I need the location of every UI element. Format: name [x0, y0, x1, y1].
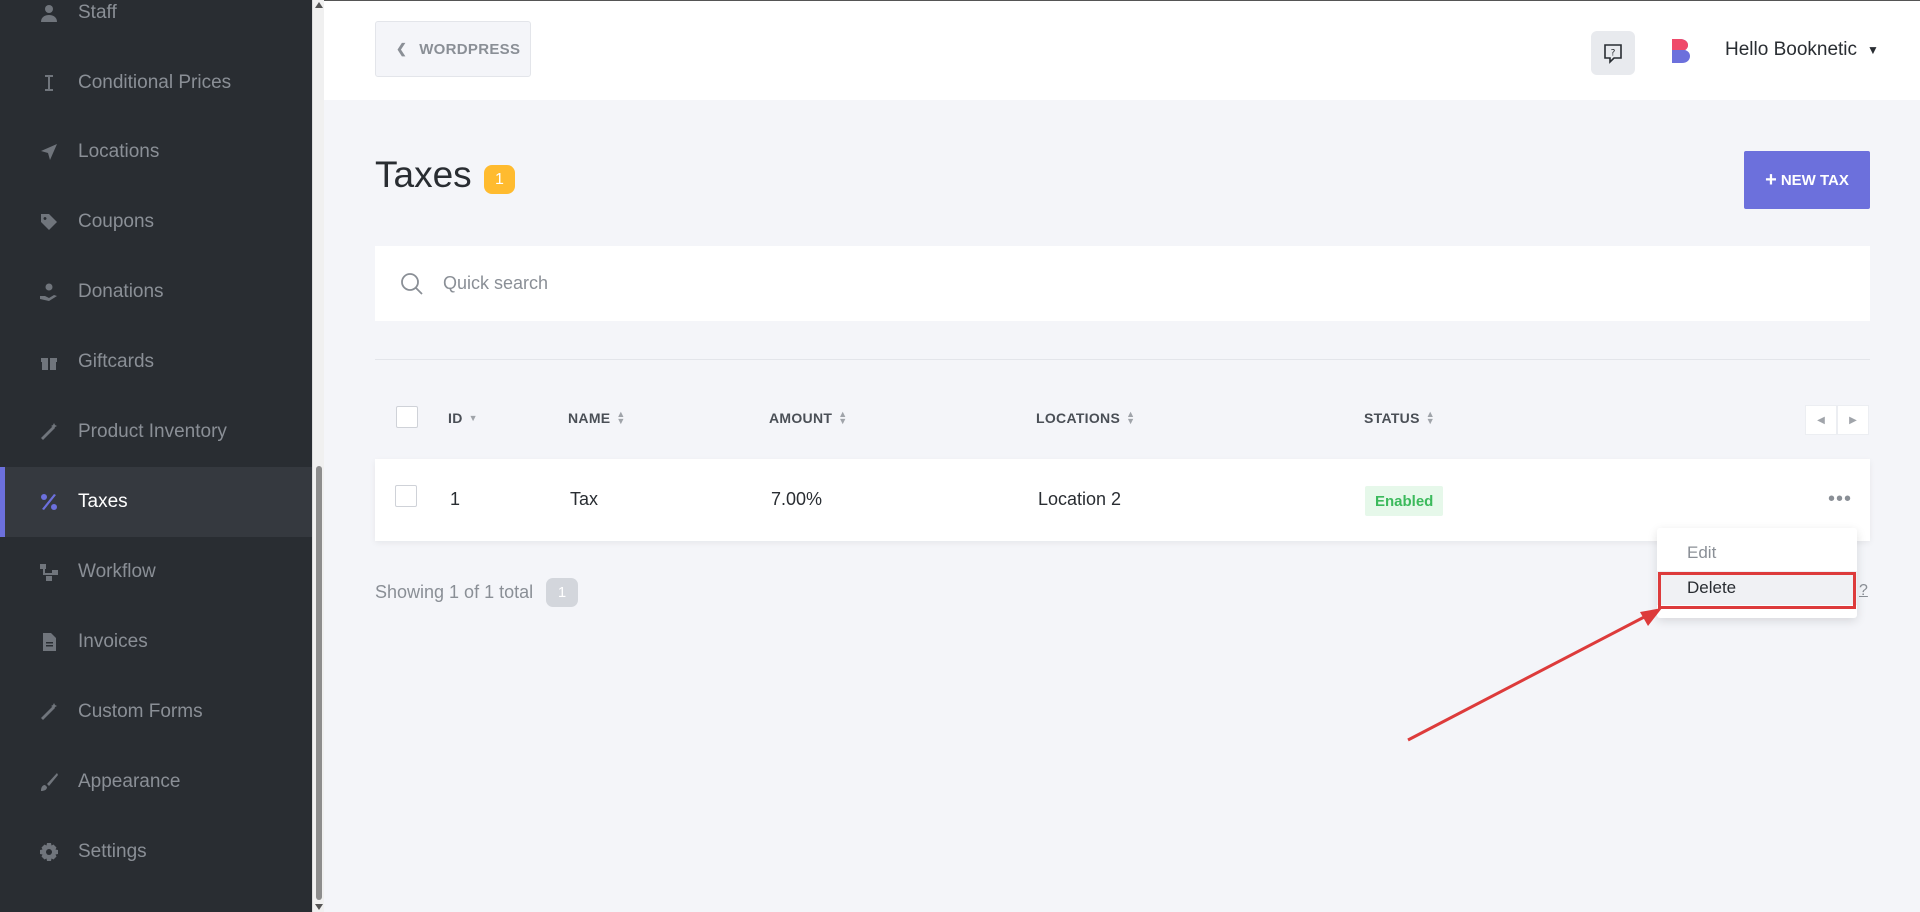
column-header-label: ID	[448, 410, 463, 426]
sidebar-item-product-inventory[interactable]: Product Inventory	[0, 397, 312, 467]
cell-locations: Location 2	[1038, 489, 1122, 509]
search-icon	[401, 272, 423, 295]
column-header-label: LOCATIONS	[1036, 410, 1121, 426]
sidebar-item-label: Appearance	[78, 771, 181, 792]
chevron-left-icon: ❮	[396, 41, 408, 56]
back-to-wordpress-label: WORDPRESS	[419, 40, 521, 58]
sidebar-item-label: Workflow	[78, 561, 156, 582]
scroll-right-button[interactable]: ▶	[1837, 405, 1869, 435]
table-header: ID ▼ NAME ▲ ▼ AMOUNT ▲ ▼ LOCATIONS ▲ ▼ STAT…	[375, 400, 1870, 440]
annotation-arrow-icon	[1407, 608, 1662, 742]
magic-wand-icon	[38, 701, 60, 723]
file-icon	[38, 631, 60, 653]
plus-icon: +	[1765, 168, 1777, 191]
new-tax-button[interactable]: + NEW TAX	[1744, 151, 1870, 209]
sidebar-item-staff[interactable]: Staff	[0, 0, 312, 48]
sidebar-item-appearance[interactable]: Appearance	[0, 747, 312, 817]
sort-icon: ▲ ▼	[838, 409, 848, 426]
scroll-left-button[interactable]: ◀	[1805, 405, 1837, 435]
sidebar-item-label: Conditional Prices	[78, 72, 232, 93]
sidebar-item-label: Locations	[78, 141, 160, 162]
sidebar-item-label: Taxes	[78, 491, 128, 512]
sort-icon: ▲ ▼	[616, 409, 626, 426]
sidebar-item-label: Giftcards	[78, 351, 155, 372]
scroll-thumb[interactable]	[316, 466, 322, 900]
sidebar-item-workflow[interactable]: Workflow	[0, 537, 312, 607]
top-bar: ❮ WORDPRESS ? Hello Booknetic ▼	[324, 0, 1920, 100]
help-link[interactable]: ?	[1859, 582, 1868, 600]
workflow-icon	[38, 561, 60, 583]
magic-wand-icon	[38, 421, 60, 443]
sidebar-item-custom-forms[interactable]: Custom Forms	[0, 677, 312, 747]
column-header-label: AMOUNT	[769, 410, 833, 426]
cell-id: 1	[450, 489, 461, 509]
user-menu[interactable]: Hello Booknetic ▼	[1725, 39, 1879, 61]
booknetic-logo	[1672, 39, 1690, 63]
sidebar-item-label: Custom Forms	[78, 701, 203, 722]
scroll-down-arrow-icon[interactable]	[315, 904, 323, 910]
sidebar-item-label: Invoices	[78, 631, 148, 652]
sidebar-item-label: Coupons	[78, 211, 155, 232]
cell-amount: 7.00%	[771, 489, 823, 509]
caret-left-icon: ◀	[1817, 414, 1825, 426]
gift-icon	[38, 351, 60, 373]
sidebar-scrollbar[interactable]	[312, 0, 324, 912]
scroll-up-arrow-icon[interactable]	[315, 2, 323, 8]
sidebar-item-label: Donations	[78, 281, 164, 302]
location-arrow-icon	[38, 141, 60, 163]
svg-text:?: ?	[1611, 49, 1616, 59]
cursor-text-icon	[38, 72, 60, 94]
hand-holding-icon	[38, 281, 60, 303]
search-box	[375, 246, 1870, 321]
sidebar-item-donations[interactable]: Donations	[0, 257, 312, 327]
sidebar-item-invoices[interactable]: Invoices	[0, 607, 312, 677]
question-chat-icon: ?	[1604, 44, 1622, 64]
brush-icon	[38, 771, 60, 793]
highlight-box	[1658, 572, 1856, 609]
column-header-id[interactable]: ID ▼	[448, 410, 478, 426]
more-actions-icon[interactable]: •••	[1825, 487, 1855, 511]
column-header-status[interactable]: STATUS ▲ ▼	[1364, 409, 1435, 427]
count-badge: 1	[484, 165, 515, 194]
percent-icon	[38, 491, 60, 513]
search-input[interactable]	[443, 273, 1743, 294]
column-header-amount[interactable]: AMOUNT ▲ ▼	[769, 409, 848, 427]
table-row[interactable]: 1 Tax 7.00% Location 2 Enabled •••	[375, 459, 1870, 541]
showing-count-text: Showing 1 of 1 total	[375, 582, 534, 602]
status-badge: Enabled	[1365, 486, 1444, 516]
column-header-name[interactable]: NAME ▲ ▼	[568, 409, 626, 427]
sort-icon: ▲ ▼	[1126, 409, 1136, 426]
sidebar: Staff Conditional Prices Locations Coupo…	[0, 0, 312, 912]
edit-menu-item[interactable]: Edit	[1657, 536, 1857, 570]
row-checkbox[interactable]	[395, 485, 417, 507]
column-header-locations[interactable]: LOCATIONS ▲ ▼	[1036, 409, 1136, 427]
help-button[interactable]: ?	[1591, 31, 1635, 75]
sidebar-item-locations[interactable]: Locations	[0, 117, 312, 187]
column-header-label: STATUS	[1364, 410, 1420, 426]
sort-desc-icon: ▼	[468, 412, 478, 423]
sidebar-item-label: Product Inventory	[78, 421, 227, 442]
cell-name: Tax	[570, 489, 599, 509]
back-to-wordpress-button[interactable]: ❮ WORDPRESS	[375, 21, 531, 77]
sidebar-item-label: Staff	[78, 2, 117, 23]
sidebar-item-giftcards[interactable]: Giftcards	[0, 327, 312, 397]
sidebar-item-coupons[interactable]: Coupons	[0, 187, 312, 257]
caret-right-icon: ▶	[1849, 414, 1857, 426]
page-badge[interactable]: 1	[546, 578, 578, 607]
chevron-down-icon: ▼	[1867, 43, 1879, 57]
user-greeting: Hello Booknetic	[1725, 39, 1858, 60]
sidebar-item-settings[interactable]: Settings	[0, 817, 312, 887]
page-title: Taxes	[375, 154, 472, 195]
sidebar-item-taxes[interactable]: Taxes	[0, 467, 312, 537]
gear-icon	[38, 841, 60, 863]
select-all-checkbox[interactable]	[396, 406, 418, 428]
sidebar-item-label: Settings	[78, 841, 147, 862]
sort-icon: ▲ ▼	[1425, 409, 1435, 426]
column-header-label: NAME	[568, 410, 611, 426]
sidebar-item-conditional-prices[interactable]: Conditional Prices	[0, 48, 312, 118]
user-icon	[38, 2, 60, 24]
tag-icon	[38, 211, 60, 233]
new-tax-label: NEW TAX	[1780, 171, 1849, 189]
divider	[375, 359, 1870, 360]
